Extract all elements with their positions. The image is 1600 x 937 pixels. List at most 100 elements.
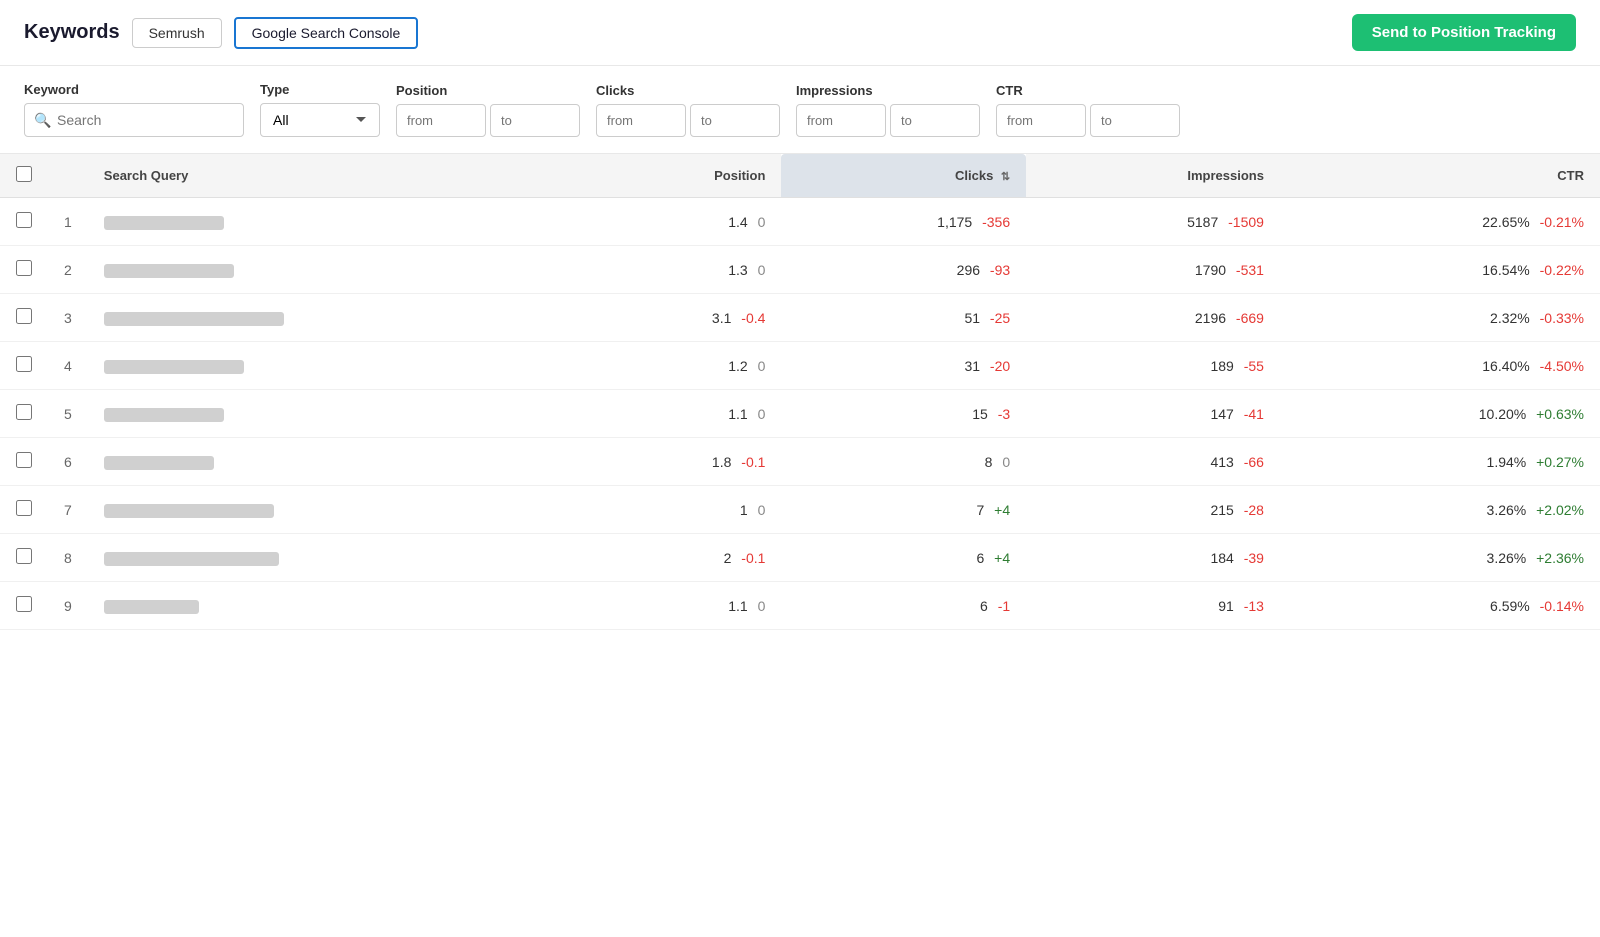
keywords-table: Search Query Position Clicks ⇅ Impressio… <box>0 154 1600 630</box>
search-input[interactable] <box>24 103 244 137</box>
ctr-value: 1.94% <box>1487 454 1527 470</box>
position-value: 1 <box>740 502 748 518</box>
position-from-input[interactable] <box>396 104 486 137</box>
header-search-query: Search Query <box>88 154 582 198</box>
select-all-checkbox[interactable] <box>16 166 32 182</box>
clicks-from-input[interactable] <box>596 104 686 137</box>
row-impressions: 2196 -669 <box>1026 294 1280 342</box>
position-to-input[interactable] <box>490 104 580 137</box>
row-ctr: 2.32% -0.33% <box>1280 294 1600 342</box>
row-checkbox-cell[interactable] <box>0 342 48 390</box>
ctr-delta: +2.36% <box>1536 550 1584 566</box>
table-row: 6 1.8 -0.1 8 0 413 -66 1.94% +0.27% <box>0 438 1600 486</box>
row-checkbox[interactable] <box>16 404 32 420</box>
impressions-value: 1790 <box>1195 262 1226 278</box>
row-impressions: 189 -55 <box>1026 342 1280 390</box>
ctr-from-input[interactable] <box>996 104 1086 137</box>
row-checkbox-cell[interactable] <box>0 582 48 630</box>
ctr-delta: +2.02% <box>1536 502 1584 518</box>
ctr-delta: -0.14% <box>1540 598 1584 614</box>
row-ctr: 16.54% -0.22% <box>1280 246 1600 294</box>
header-checkbox-cell[interactable] <box>0 154 48 198</box>
clicks-delta: +4 <box>994 502 1010 518</box>
ctr-value: 3.26% <box>1487 502 1527 518</box>
row-checkbox[interactable] <box>16 356 32 372</box>
row-ctr: 6.59% -0.14% <box>1280 582 1600 630</box>
clicks-value: 15 <box>972 406 988 422</box>
ctr-value: 22.65% <box>1482 214 1529 230</box>
ctr-to-input[interactable] <box>1090 104 1180 137</box>
row-ctr: 1.94% +0.27% <box>1280 438 1600 486</box>
ctr-value: 3.26% <box>1487 550 1527 566</box>
position-delta: -0.1 <box>741 550 765 566</box>
table-row: 5 1.1 0 15 -3 147 -41 10.20% +0.63% <box>0 390 1600 438</box>
clicks-value: 6 <box>980 598 988 614</box>
table-container: Search Query Position Clicks ⇅ Impressio… <box>0 154 1600 630</box>
impressions-value: 184 <box>1210 550 1233 566</box>
search-input-wrapper: 🔍 <box>24 103 244 137</box>
row-ctr: 3.26% +2.36% <box>1280 534 1600 582</box>
row-clicks: 8 0 <box>781 438 1026 486</box>
position-value: 1.8 <box>712 454 731 470</box>
row-checkbox-cell[interactable] <box>0 198 48 246</box>
row-checkbox[interactable] <box>16 548 32 564</box>
clicks-delta: 0 <box>1002 454 1010 470</box>
impressions-value: 91 <box>1218 598 1234 614</box>
row-impressions: 1790 -531 <box>1026 246 1280 294</box>
row-checkbox[interactable] <box>16 500 32 516</box>
ctr-value: 2.32% <box>1490 310 1530 326</box>
row-number: 7 <box>48 486 88 534</box>
row-ctr: 3.26% +2.02% <box>1280 486 1600 534</box>
header-left: Keywords Semrush Google Search Console <box>24 17 418 49</box>
row-checkbox-cell[interactable] <box>0 486 48 534</box>
position-filter-group: Position <box>396 83 580 137</box>
row-checkbox-cell[interactable] <box>0 534 48 582</box>
clicks-delta: -20 <box>990 358 1010 374</box>
header-clicks[interactable]: Clicks ⇅ <box>781 154 1026 198</box>
blurred-query <box>104 312 284 326</box>
row-ctr: 16.40% -4.50% <box>1280 342 1600 390</box>
send-to-position-tracking-button[interactable]: Send to Position Tracking <box>1352 14 1576 51</box>
row-clicks: 296 -93 <box>781 246 1026 294</box>
ctr-delta: +0.63% <box>1536 406 1584 422</box>
tab-semrush[interactable]: Semrush <box>132 18 222 48</box>
row-checkbox-cell[interactable] <box>0 390 48 438</box>
row-checkbox-cell[interactable] <box>0 294 48 342</box>
row-checkbox-cell[interactable] <box>0 246 48 294</box>
clicks-to-input[interactable] <box>690 104 780 137</box>
row-checkbox-cell[interactable] <box>0 438 48 486</box>
row-checkbox[interactable] <box>16 308 32 324</box>
row-impressions: 147 -41 <box>1026 390 1280 438</box>
clicks-delta: +4 <box>994 550 1010 566</box>
table-row: 2 1.3 0 296 -93 1790 -531 16.54% -0.22% <box>0 246 1600 294</box>
clicks-filter-group: Clicks <box>596 83 780 137</box>
row-number: 9 <box>48 582 88 630</box>
impressions-delta: -39 <box>1244 550 1264 566</box>
row-checkbox[interactable] <box>16 452 32 468</box>
impressions-value: 215 <box>1210 502 1233 518</box>
row-checkbox[interactable] <box>16 212 32 228</box>
row-search-query <box>88 390 582 438</box>
impressions-from-input[interactable] <box>796 104 886 137</box>
ctr-value: 10.20% <box>1479 406 1526 422</box>
impressions-delta: -1509 <box>1228 214 1264 230</box>
row-number: 1 <box>48 198 88 246</box>
row-impressions: 5187 -1509 <box>1026 198 1280 246</box>
row-checkbox[interactable] <box>16 596 32 612</box>
keyword-filter-label: Keyword <box>24 82 244 97</box>
row-checkbox[interactable] <box>16 260 32 276</box>
position-delta: -0.1 <box>741 454 765 470</box>
ctr-delta: +0.27% <box>1536 454 1584 470</box>
tab-gsc[interactable]: Google Search Console <box>234 17 419 49</box>
row-ctr: 10.20% +0.63% <box>1280 390 1600 438</box>
position-value: 1.2 <box>728 358 747 374</box>
position-range <box>396 104 580 137</box>
type-select[interactable]: All Organic Paid <box>260 103 380 137</box>
ctr-filter-group: CTR <box>996 83 1180 137</box>
row-impressions: 215 -28 <box>1026 486 1280 534</box>
impressions-delta: -13 <box>1244 598 1264 614</box>
table-row: 1 1.4 0 1,175 -356 5187 -1509 22.65% -0.… <box>0 198 1600 246</box>
position-delta: 0 <box>758 502 766 518</box>
impressions-to-input[interactable] <box>890 104 980 137</box>
table-row: 4 1.2 0 31 -20 189 -55 16.40% -4.50% <box>0 342 1600 390</box>
